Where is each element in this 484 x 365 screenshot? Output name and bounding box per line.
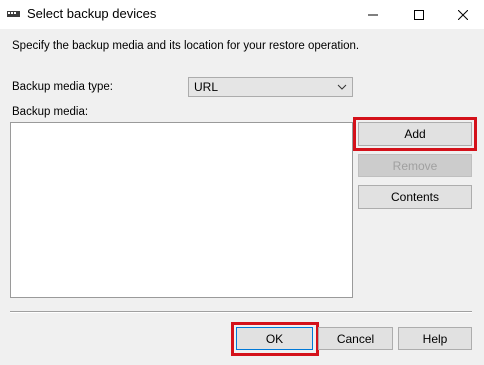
minimize-button[interactable]	[350, 0, 396, 29]
window-title: Select backup devices	[27, 6, 157, 21]
instructions-text: Specify the backup media and its locatio…	[12, 40, 360, 52]
footer-separator	[10, 311, 472, 313]
backup-media-type-label: Backup media type:	[12, 81, 114, 93]
backup-media-type-select[interactable]: URL	[188, 77, 353, 97]
backup-media-label: Backup media:	[12, 106, 89, 118]
cancel-button[interactable]: Cancel	[318, 327, 393, 350]
ok-button[interactable]: OK	[236, 327, 313, 350]
backup-device-icon	[7, 11, 20, 17]
title-bar[interactable]: Select backup devices	[0, 0, 484, 29]
close-button[interactable]	[442, 0, 484, 29]
close-icon	[458, 9, 468, 20]
remove-button[interactable]: Remove	[358, 154, 472, 177]
maximize-button[interactable]	[396, 0, 442, 29]
minimize-icon	[368, 14, 378, 15]
select-backup-devices-dialog: Select backup devices Specify the backup…	[0, 0, 484, 365]
help-button[interactable]: Help	[398, 327, 472, 350]
contents-button[interactable]: Contents	[358, 185, 472, 209]
chevron-down-icon	[337, 84, 347, 90]
backup-media-type-value: URL	[194, 80, 219, 94]
add-button[interactable]: Add	[358, 122, 472, 146]
backup-media-list[interactable]	[10, 122, 353, 298]
maximize-icon	[414, 9, 424, 20]
